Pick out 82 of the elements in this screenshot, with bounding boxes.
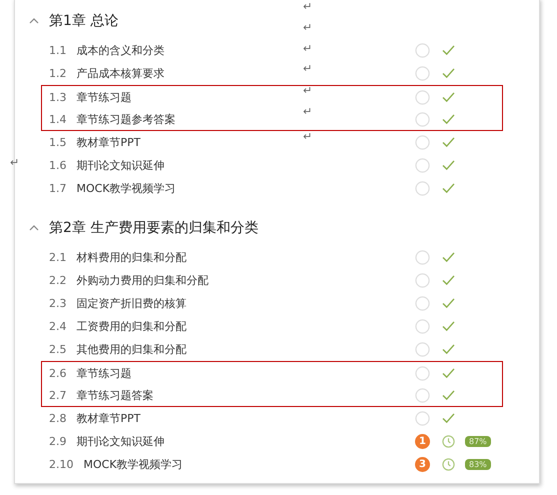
check-icon [442, 183, 455, 194]
clock-icon [442, 458, 455, 471]
progress-badge: 87% [465, 436, 491, 447]
check-icon [442, 413, 455, 424]
section-link[interactable]: 章节练习题 [76, 366, 132, 380]
section-link[interactable]: MOCK教学视频学习 [84, 457, 183, 472]
section-link[interactable]: MOCK教学视频学习 [76, 181, 176, 196]
circle-icon [415, 296, 430, 311]
count-badge: 3 [415, 457, 430, 472]
section-link[interactable]: 材料费用的归集和分配 [76, 250, 186, 265]
section-number: 1.7 [49, 182, 66, 195]
paragraph-mark: ↵ [303, 1, 312, 13]
paragraph-mark: ↵ [303, 106, 312, 118]
circle-icon [415, 135, 430, 150]
section-link[interactable]: 固定资产折旧费的核算 [76, 296, 186, 311]
circle-icon [415, 112, 430, 126]
section-link[interactable]: 成本的含义和分类 [76, 43, 164, 58]
section-link[interactable]: 章节练习题 [76, 90, 132, 104]
section-number: 2.5 [49, 343, 66, 356]
section-number: 1.1 [49, 44, 66, 57]
section-link[interactable]: 工资费用的归集和分配 [76, 319, 186, 334]
paragraph-mark: ↵ [303, 85, 312, 97]
circle-icon [415, 411, 430, 426]
check-icon [442, 137, 455, 148]
chevron-icon[interactable] [29, 18, 39, 24]
section-number: 2.3 [49, 297, 66, 310]
section-number: 2.10 [49, 458, 74, 471]
section-number: 1.5 [49, 136, 66, 149]
circle-icon [415, 366, 430, 380]
circle-icon [415, 158, 430, 173]
check-icon [442, 275, 455, 286]
check-icon [442, 114, 455, 124]
section-number: 2.7 [49, 388, 66, 402]
section-link[interactable]: 产品成本核算要求 [76, 66, 164, 81]
section-number: 1.4 [49, 112, 66, 126]
chapter-title: 第2章 生产费用要素的归集和分类 [49, 219, 258, 237]
circle-icon [415, 66, 430, 81]
section-number: 2.6 [49, 366, 66, 380]
check-icon [442, 390, 455, 400]
clock-icon [442, 435, 455, 448]
paragraph-mark: ↵ [303, 131, 312, 143]
circle-icon [415, 273, 430, 288]
circle-icon [415, 90, 430, 104]
section-number: 1.3 [49, 90, 66, 104]
circle-icon [415, 250, 430, 265]
count-badge: 1 [415, 434, 430, 449]
section-number: 1.6 [49, 159, 66, 172]
check-icon [442, 344, 455, 355]
check-icon [442, 298, 455, 309]
chapter-title: 第1章 总论 [49, 12, 118, 30]
paragraph-mark: ↵ [10, 157, 20, 169]
circle-icon [415, 388, 430, 402]
check-icon [442, 252, 455, 263]
progress-badge: 83% [465, 459, 491, 470]
section-link[interactable]: 期刊论文知识延伸 [76, 434, 164, 449]
section-number: 2.8 [49, 412, 66, 425]
section-link[interactable]: 教材章节PPT [76, 135, 140, 150]
section-link[interactable]: 其他费用的归集和分配 [76, 342, 186, 357]
check-icon [442, 368, 455, 378]
section-link[interactable]: 教材章节PPT [76, 411, 140, 426]
section-number: 2.4 [49, 320, 66, 333]
check-icon [442, 68, 455, 79]
chevron-icon[interactable] [29, 225, 39, 231]
circle-icon [415, 181, 430, 196]
paragraph-mark: ↵ [303, 43, 312, 55]
check-icon [442, 92, 455, 102]
section-number: 2.9 [49, 435, 66, 448]
section-link[interactable]: 章节练习题参考答案 [76, 112, 176, 126]
section-link[interactable]: 外购动力费用的归集和分配 [76, 273, 208, 288]
circle-icon [415, 319, 430, 334]
check-icon [442, 45, 455, 56]
section-number: 1.2 [49, 67, 66, 80]
section-number: 2.1 [49, 251, 66, 264]
paragraph-mark: ↵ [303, 22, 312, 34]
section-link[interactable]: 期刊论文知识延伸 [76, 158, 164, 173]
circle-icon [415, 43, 430, 58]
check-icon [442, 160, 455, 171]
circle-icon [415, 342, 430, 357]
paragraph-mark: ↵ [303, 63, 312, 75]
check-icon [442, 321, 455, 332]
section-link[interactable]: 章节练习题答案 [76, 388, 154, 402]
section-number: 2.2 [49, 274, 66, 287]
